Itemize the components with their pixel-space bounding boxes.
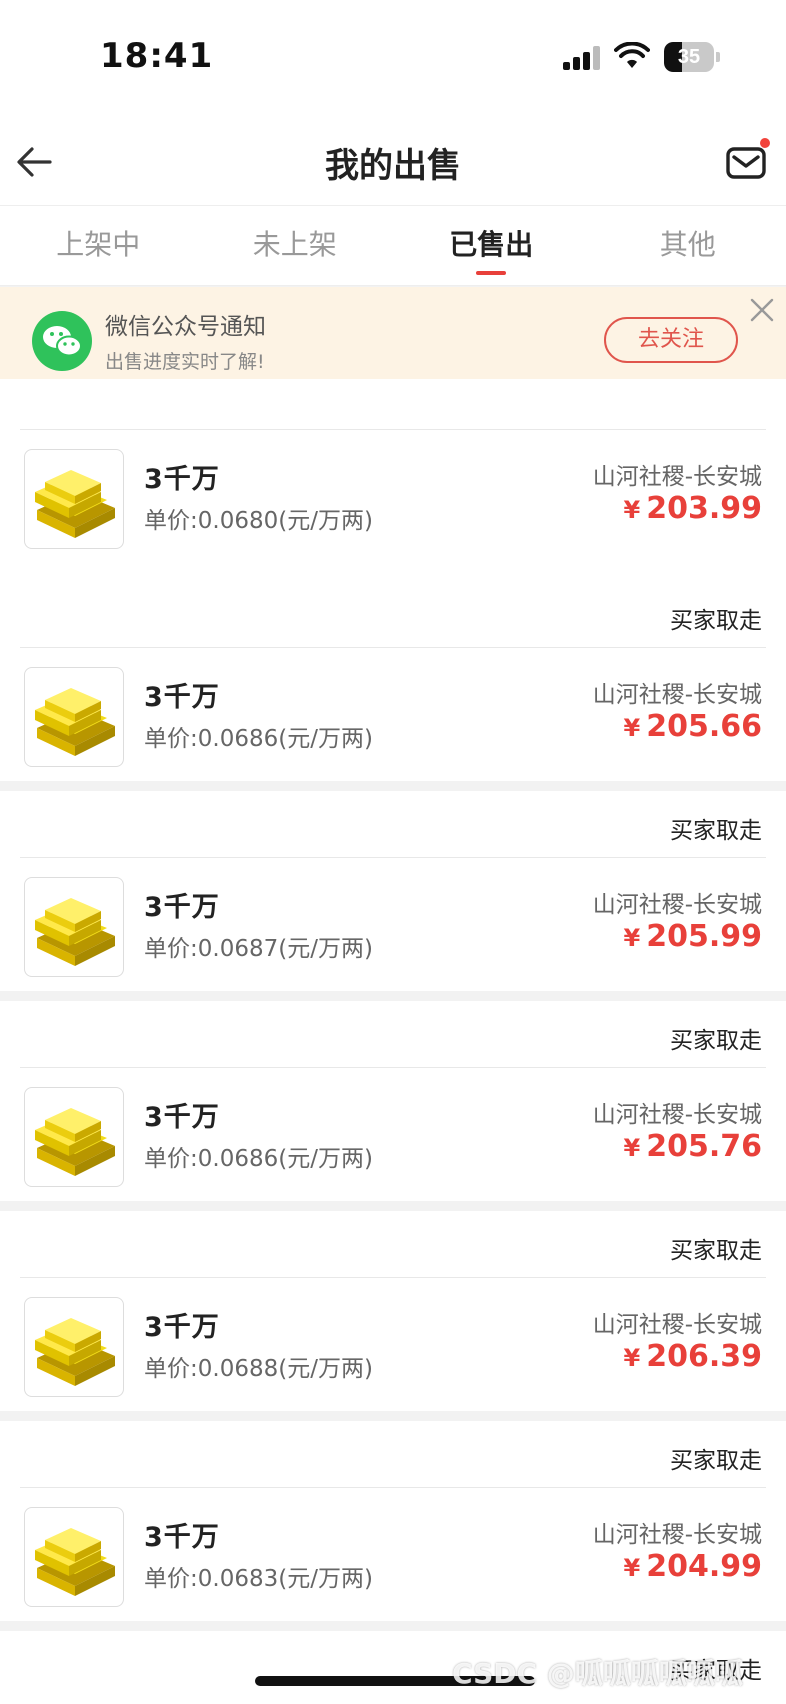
order-total: ¥205.66 [624,709,762,744]
tab-other[interactable]: 其他 [590,206,786,285]
order-total-value: 205.99 [646,919,762,954]
currency-symbol: ¥ [623,714,641,742]
order-status: 买家取走 [670,1028,762,1054]
close-icon[interactable] [748,296,776,324]
order-unit-price: 单价:0.0686(元/万两) [144,1146,373,1172]
unread-dot [760,138,770,148]
currency-symbol: ¥ [623,1344,641,1372]
wifi-icon [614,42,650,68]
follow-button[interactable]: 去关注 [604,317,738,363]
tab-sold[interactable]: 已售出 [393,206,590,285]
card-divider [20,857,766,858]
currency-symbol: ¥ [623,1134,641,1162]
order-amount: 3千万 [144,1312,220,1343]
order-tabs: 上架中 未上架 已售出 其他 [0,206,786,286]
order-total-value: 203.99 [646,491,762,526]
currency-symbol: ¥ [623,496,641,524]
page-title: 我的出售 [325,146,461,186]
order-server: 山河社稷-长安城 [592,682,762,708]
notice-title: 微信公众号通知 [105,314,266,340]
order-total: ¥203.99 [624,491,762,526]
gold-bars-thumbnail [24,667,124,767]
order-card[interactable]: 买家取走 3千万 单价:0.0686(元/万两) 山河社稷-长安城 ¥205.6… [0,581,786,781]
tab-not-listed[interactable]: 未上架 [197,206,394,285]
card-divider [20,1067,766,1068]
gold-bars-thumbnail [24,1297,124,1397]
order-server: 山河社稷-长安城 [592,1102,762,1128]
gold-bars-thumbnail [24,877,124,977]
status-time: 18:41 [100,36,214,76]
order-total: ¥204.99 [624,1549,762,1584]
order-card[interactable]: 买家取走 3千万 单价:0.0688(元/万两) 山河社稷-长安城 ¥206.3… [0,1211,786,1411]
order-card[interactable]: 3千万 单价:0.0680(元/万两) 山河社稷-长安城 ¥203.99 [0,393,786,583]
order-status: 买家取走 [670,1238,762,1264]
status-bar: 18:41 35 [0,0,786,118]
battery-icon: 35 [664,42,720,72]
wechat-notice-banner: 微信公众号通知 出售进度实时了解! 去关注 [0,287,786,393]
nav-bar: 我的出售 [0,118,786,206]
cellular-signal-icon [563,46,601,70]
card-divider [20,1487,766,1488]
tab-on-sale[interactable]: 上架中 [0,206,197,285]
notice-subtitle: 出售进度实时了解! [105,351,265,373]
wechat-icon [32,311,92,371]
card-divider [20,1277,766,1278]
order-unit-price: 单价:0.0687(元/万两) [144,936,373,962]
order-card[interactable]: 买家取走 3千万 单价:0.0683(元/万两) 山河社稷-长安城 ¥204.9… [0,1421,786,1621]
order-server: 山河社稷-长安城 [592,1522,762,1548]
gold-bars-thumbnail [24,449,124,549]
order-server: 山河社稷-长安城 [592,464,762,490]
order-amount: 3千万 [144,892,220,923]
order-total: ¥205.76 [624,1129,762,1164]
order-unit-price: 单价:0.0680(元/万两) [144,508,373,534]
order-total-value: 205.76 [646,1129,762,1164]
order-status: 买家取走 [670,1448,762,1474]
card-divider [20,429,766,430]
order-server: 山河社稷-长安城 [592,1312,762,1338]
gold-bars-thumbnail [24,1087,124,1187]
watermark: CSDC @呱呱呱呱呱呱 [452,1657,743,1690]
order-amount: 3千万 [144,682,220,713]
order-amount: 3千万 [144,464,220,495]
order-unit-price: 单价:0.0683(元/万两) [144,1566,373,1592]
order-status: 买家取走 [670,818,762,844]
active-tab-indicator [476,271,507,275]
order-total: ¥205.99 [624,919,762,954]
order-status: 买家取走 [670,608,762,634]
battery-percent: 35 [677,46,701,68]
order-total-value: 205.66 [646,709,762,744]
order-total: ¥206.39 [624,1339,762,1374]
order-unit-price: 单价:0.0688(元/万两) [144,1356,373,1382]
order-total-value: 206.39 [646,1339,762,1374]
order-unit-price: 单价:0.0686(元/万两) [144,726,373,752]
order-server: 山河社稷-长安城 [592,892,762,918]
order-amount: 3千万 [144,1522,220,1553]
card-divider [20,647,766,648]
currency-symbol: ¥ [623,924,641,952]
order-card[interactable]: 买家取走 3千万 单价:0.0687(元/万两) 山河社稷-长安城 ¥205.9… [0,791,786,991]
order-card[interactable]: 买家取走 3千万 单价:0.0686(元/万两) 山河社稷-长安城 ¥205.7… [0,1001,786,1201]
order-total-value: 204.99 [646,1549,762,1584]
currency-symbol: ¥ [623,1554,641,1582]
order-amount: 3千万 [144,1102,220,1133]
gold-bars-thumbnail [24,1507,124,1607]
